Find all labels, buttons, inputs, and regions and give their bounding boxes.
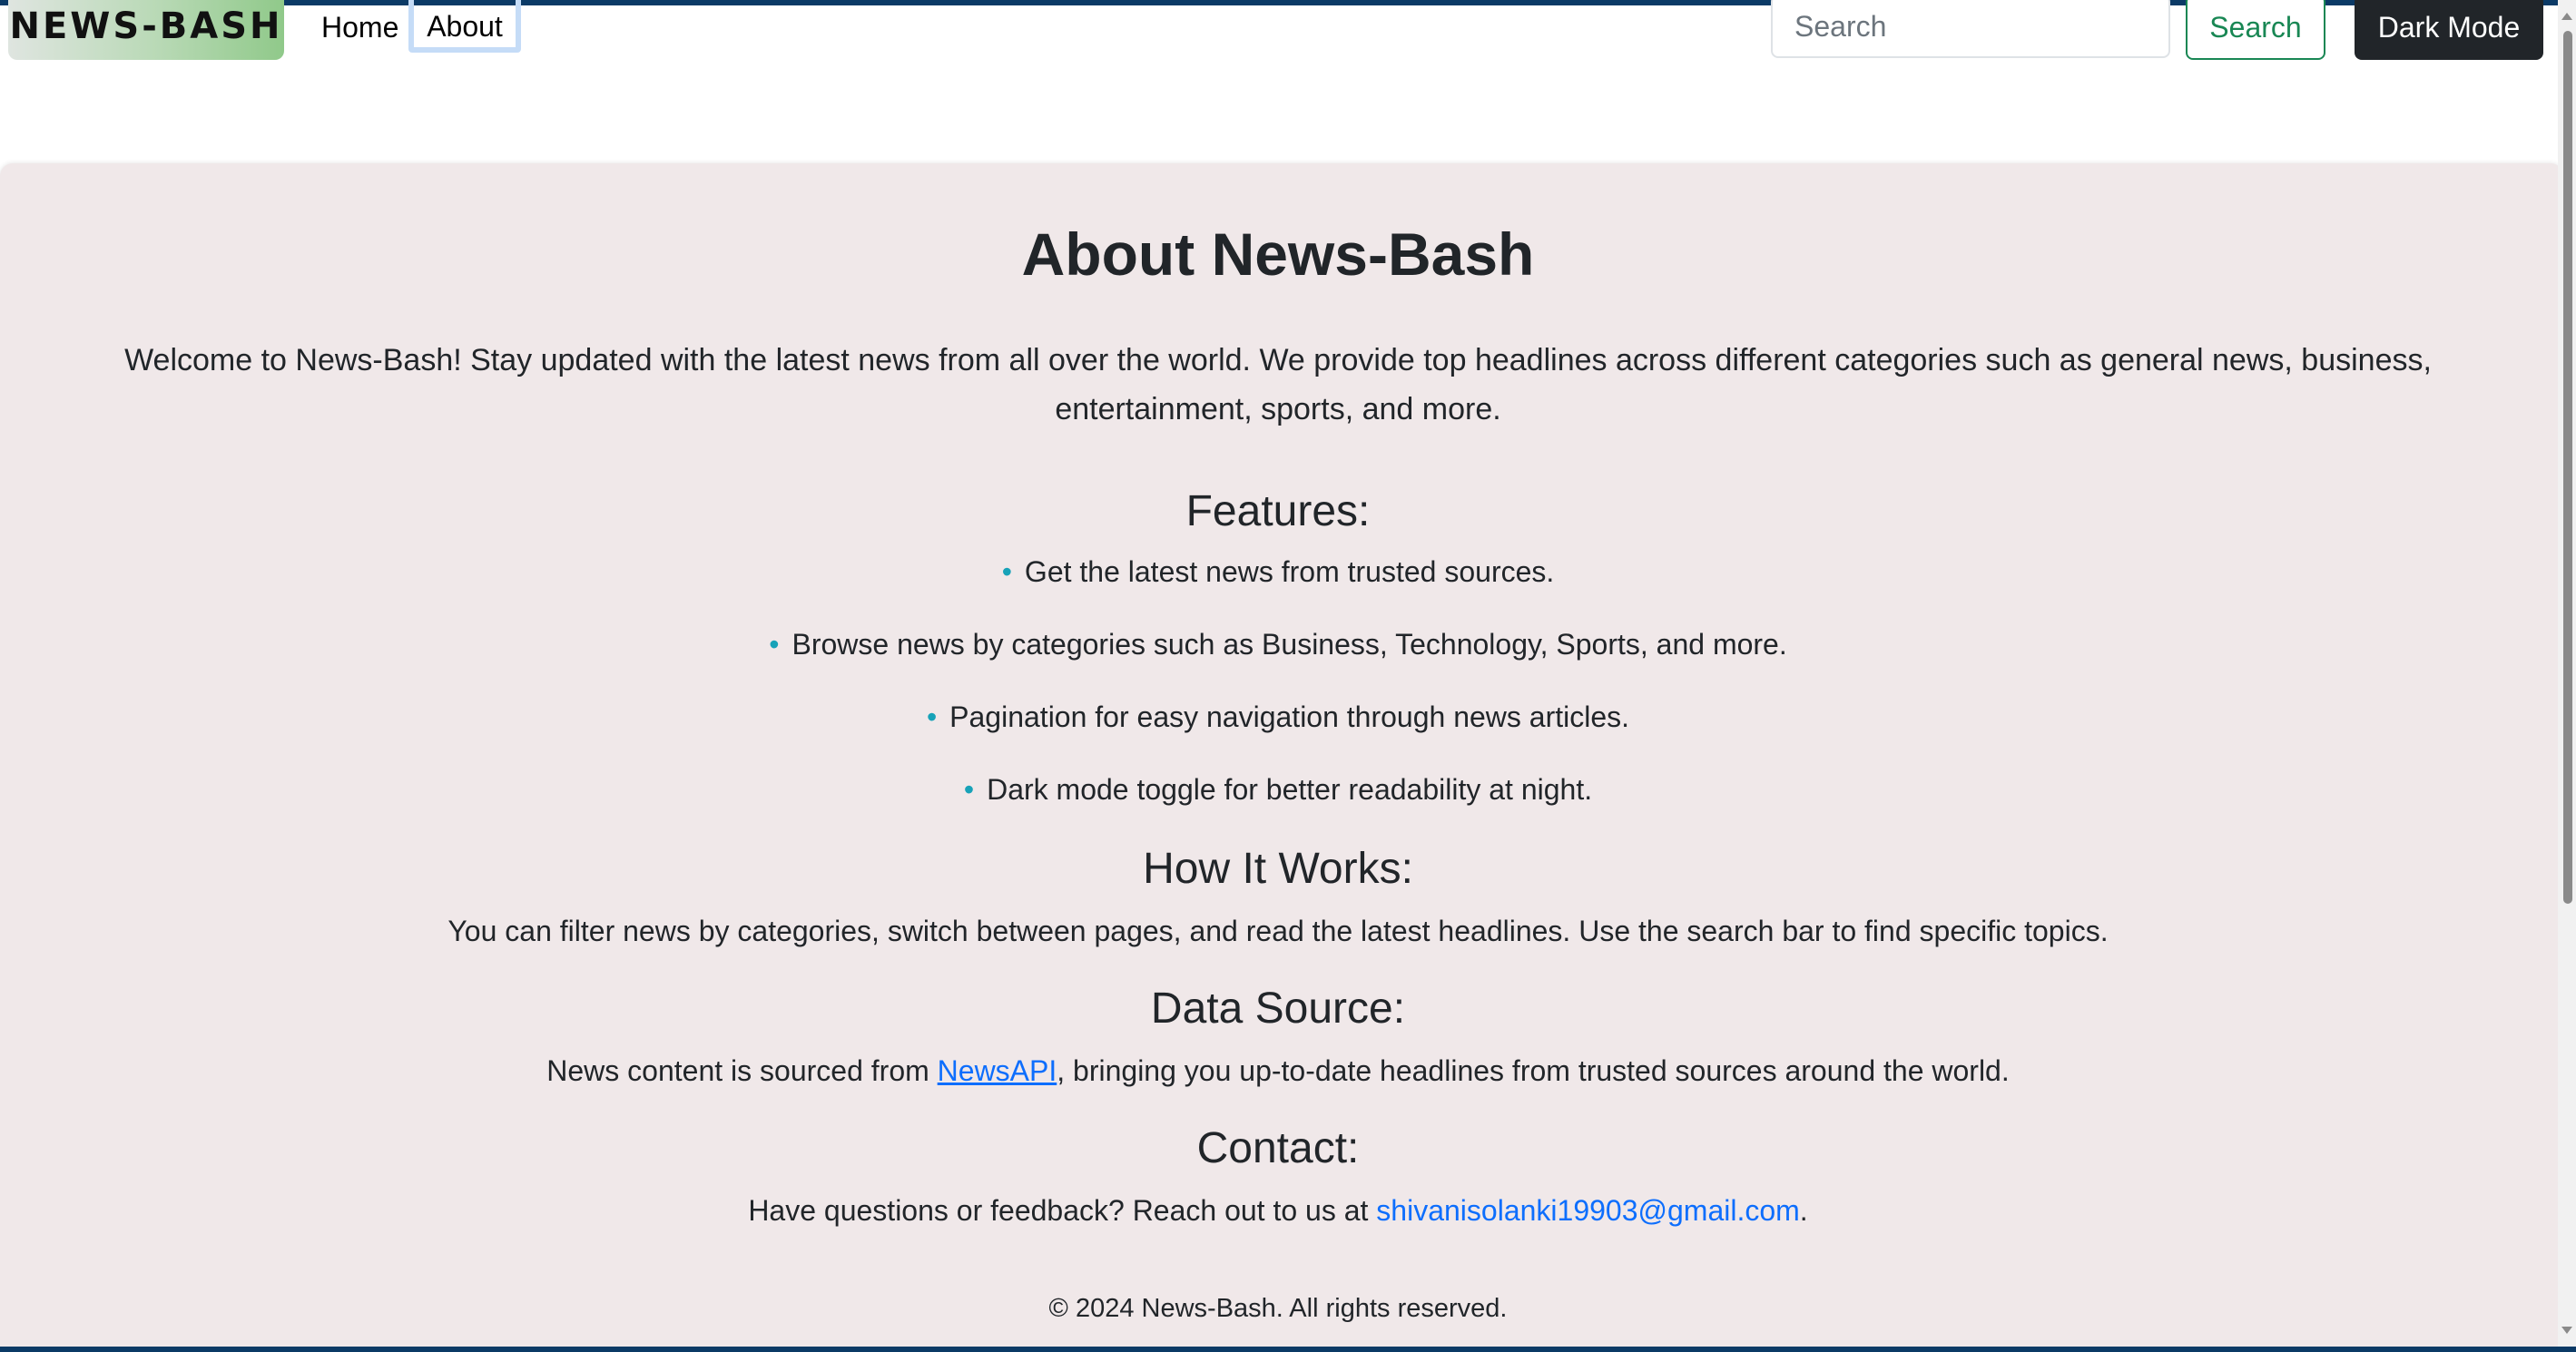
scroll-down-arrow-icon[interactable] — [2561, 1327, 2572, 1334]
feature-item: • Pagination for easy navigation through … — [0, 699, 2556, 771]
brand-text: NEWS-BASH — [9, 5, 283, 47]
bullet-icon: • — [926, 700, 938, 733]
navbar: NEWS-BASH Home About Search Dark Mode — [0, 0, 2551, 64]
contact-prefix: Have questions or feedback? Reach out to… — [748, 1194, 1377, 1227]
features-list: • Get the latest news from trusted source… — [0, 554, 2556, 844]
scrollbar-thumb[interactable] — [2563, 31, 2572, 904]
feature-text: Pagination for easy navigation through n… — [949, 700, 1630, 733]
contact-suffix: . — [1799, 1194, 1808, 1227]
bullet-icon: • — [963, 773, 975, 806]
dark-mode-button[interactable]: Dark Mode — [2355, 0, 2543, 60]
search-button[interactable]: Search — [2186, 0, 2325, 60]
brand-logo[interactable]: NEWS-BASH — [8, 0, 284, 60]
nav-link-about[interactable]: About — [408, 0, 521, 53]
nav-link-home[interactable]: Home — [321, 0, 398, 54]
feature-item: • Browse news by categories such as Busin… — [0, 626, 2556, 699]
browser-viewport: NEWS-BASH Home About Search Dark Mode Ab… — [0, 0, 2576, 1352]
search-input[interactable] — [1771, 0, 2170, 58]
contact-heading: Contact: — [1196, 1124, 1360, 1172]
scroll-up-arrow-icon[interactable] — [2561, 13, 2572, 20]
bullet-icon: • — [1001, 555, 1012, 588]
data-source-suffix: , bringing you up-to-date headlines from… — [1057, 1054, 2010, 1087]
bullet-icon: • — [769, 628, 780, 661]
how-it-works-heading: How It Works: — [1143, 845, 1413, 893]
how-it-works-text: You can filter news by categories, switc… — [447, 915, 2109, 947]
window-bottom-border — [0, 1347, 2576, 1352]
feature-item: • Dark mode toggle for better readability… — [0, 771, 2556, 844]
about-section: About News-Bash Welcome to News-Bash! St… — [0, 163, 2563, 1352]
contact-email-link[interactable]: shivanisolanki19903@gmail.com — [1376, 1194, 1800, 1227]
contact-text: Have questions or feedback? Reach out to… — [0, 1194, 2556, 1228]
footer-copyright: © 2024 News-Bash. All rights reserved. — [1048, 1294, 1508, 1323]
feature-text: Browse news by categories such as Busine… — [791, 628, 1787, 661]
newsapi-link[interactable]: NewsAPI — [938, 1054, 1057, 1087]
data-source-text: News content is sourced from NewsAPI, br… — [0, 1054, 2556, 1088]
features-heading: Features: — [1185, 487, 1371, 535]
data-source-prefix: News content is sourced from — [546, 1054, 938, 1087]
page-title: About News-Bash — [1021, 220, 1535, 288]
data-source-heading: Data Source: — [1150, 985, 1406, 1033]
feature-text: Get the latest news from trusted sources… — [1024, 555, 1555, 588]
feature-text: Dark mode toggle for better readability … — [987, 773, 1593, 806]
welcome-text: Welcome to News-Bash! Stay updated with … — [124, 343, 2432, 426]
feature-item: • Get the latest news from trusted source… — [0, 554, 2556, 626]
